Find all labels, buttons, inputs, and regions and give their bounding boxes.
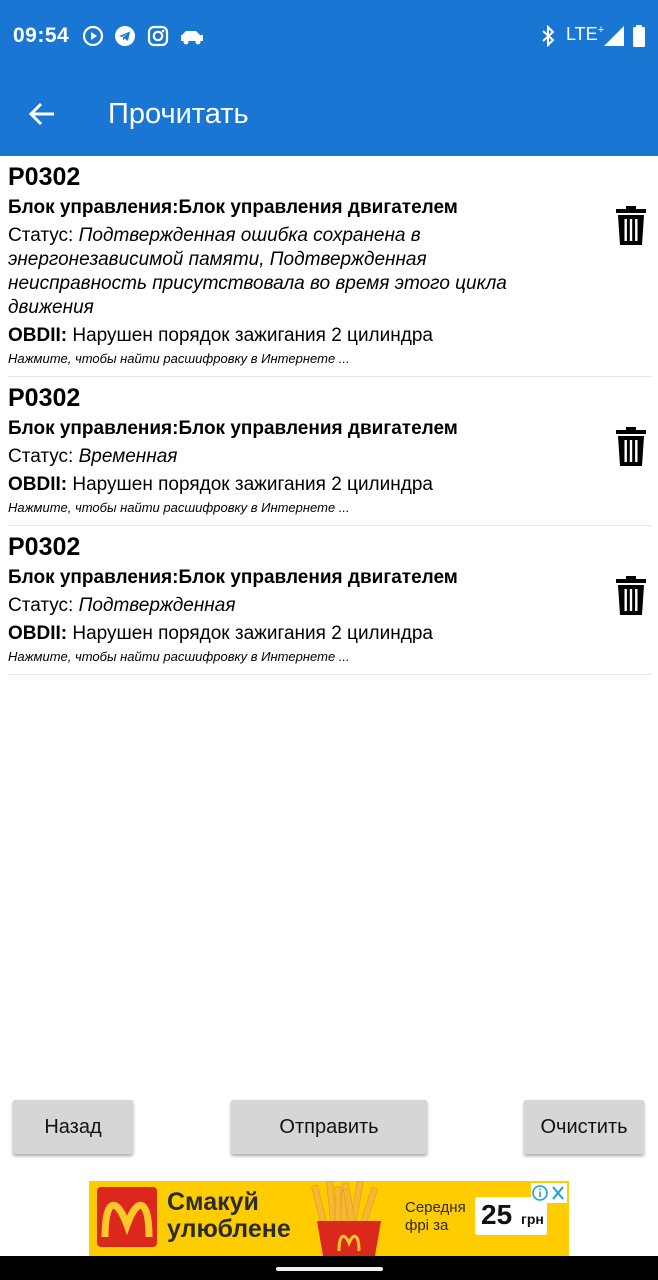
search-hint: Нажмите, чтобы найти расшифровку в Интер… [8,500,350,515]
error-obd: OBDII: Нарушен порядок зажигания 2 цилин… [8,622,651,646]
error-status: Статус: Временная [8,445,568,469]
error-code: P0302 [8,533,81,561]
ad-price: 25 [481,1199,513,1230]
ad-currency: грн [521,1211,544,1227]
search-hint: Нажмите, чтобы найти расшифровку в Интер… [8,649,350,664]
error-code: P0302 [8,163,81,191]
clear-button[interactable]: Очистить [524,1100,644,1154]
music-icon [82,25,104,47]
page-title: Прочитать [108,98,249,130]
error-status: Статус: Подтвержденная ошибка сохранена … [8,224,568,320]
car-icon [181,31,203,45]
trash-icon[interactable] [615,576,647,616]
status-label: Статус: [8,225,74,246]
instagram-icon [147,25,169,47]
battery-icon [633,25,645,47]
status-value: Временная [78,446,178,467]
signal-icon [604,26,624,46]
network-type: LTE+ [566,24,605,44]
system-nav-bar [0,1256,658,1280]
trash-icon[interactable] [615,427,647,467]
telegram-icon [115,26,135,46]
ad-controls[interactable] [531,1183,567,1203]
obd-text: Нарушен порядок зажигания 2 цилиндра [72,474,433,495]
send-button[interactable]: Отправить [231,1100,427,1154]
fries-image [311,1181,381,1256]
error-list: P0302 Блок управления:Блок управления дв… [8,156,651,675]
home-gesture-handle[interactable] [276,1267,383,1271]
trash-icon[interactable] [615,206,647,246]
ad-subtext: Середня фрі за [405,1199,466,1235]
back-button[interactable]: Назад [13,1100,133,1154]
ad-info-close-icon[interactable] [531,1183,567,1203]
status-time: 09:54 [13,24,70,47]
mcdonalds-logo [97,1187,157,1247]
status-value: Подтвержденная ошибка сохранена в энерго… [8,225,507,318]
ad-subtext-line-1: Середня [405,1199,466,1216]
obd-label: OBDII: [8,474,68,495]
arrow-left-icon[interactable] [22,94,62,134]
search-hint: Нажмите, чтобы найти расшифровку в Интер… [8,351,350,366]
error-item[interactable]: P0302 Блок управления:Блок управления дв… [8,156,651,377]
obd-label: OBDII: [8,325,68,346]
golden-arches-icon [101,1202,153,1238]
error-obd: OBDII: Нарушен порядок зажигания 2 цилин… [8,473,651,497]
bluetooth-icon [542,25,555,47]
error-item[interactable]: P0302 Блок управления:Блок управления дв… [8,377,651,526]
error-obd: OBDII: Нарушен порядок зажигания 2 цилин… [8,324,651,348]
error-block: Блок управления:Блок управления двигател… [8,567,458,588]
ad-headline: Смакуй улюблене [167,1189,291,1243]
status-bar: 09:54 LTE+ [0,0,658,72]
ad-subtext-line-2: фрі за [405,1217,449,1234]
status-label: Статус: [8,595,74,616]
error-item[interactable]: P0302 Блок управления:Блок управления дв… [8,526,651,675]
obd-text: Нарушен порядок зажигания 2 цилиндра [72,325,433,346]
obd-text: Нарушен порядок зажигания 2 цилиндра [72,623,433,644]
ad-headline-line-1: Смакуй [167,1188,259,1216]
status-value: Подтвержденная [78,595,236,616]
error-block: Блок управления:Блок управления двигател… [8,418,458,439]
error-status: Статус: Подтвержденная [8,594,568,618]
ad-headline-line-2: улюблене [167,1215,291,1243]
app-bar: Прочитать [0,72,658,156]
ad-banner[interactable]: Смакуй улюблене Середня фрі за 25 грн [89,1181,569,1256]
error-block: Блок управления:Блок управления двигател… [8,197,458,218]
obd-label: OBDII: [8,623,68,644]
error-code: P0302 [8,384,81,412]
status-label: Статус: [8,446,74,467]
